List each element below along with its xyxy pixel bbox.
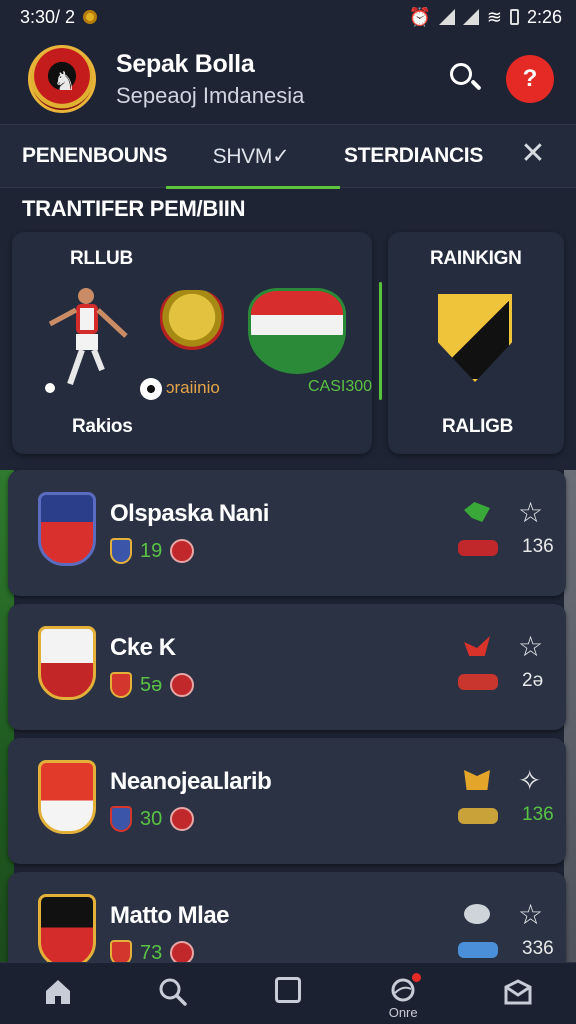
featured-tag-green: CASI300 [308,378,373,395]
nav-globe[interactable]: Onre [373,973,433,1023]
player-number: 5ə [140,673,163,696]
club-red-crest-icon [170,807,195,831]
alert-icon: ? [522,65,538,92]
player-number: 30 [140,807,163,830]
nav-label: Onre [388,1005,418,1020]
club-badge-icon [458,674,498,690]
notification-icon [83,10,98,24]
club-crest-green-icon [248,288,346,374]
nav-mail[interactable] [488,977,548,1023]
signal-icon-2 [462,9,479,25]
trend-icon [464,770,490,790]
featured-bottom-label: Rakios [72,416,133,437]
favorite-star-icon[interactable]: ☆ [518,496,543,529]
ball-icon [140,378,162,400]
app-subtitle: Sepeaoj Imdanesia [116,82,305,108]
search-button[interactable] [446,59,486,99]
status-bar: 3:30/ 2 ⏰ ≋ 2:26 [0,0,576,34]
club-badge-icon [458,942,498,958]
alarm-icon: ⏰ [408,6,431,27]
app-logo[interactable]: ♞ [28,45,96,113]
app-header: ♞ Sepak Bolla Sepeaoj Imdanesia ? [0,34,576,124]
club-red-crest-icon [170,539,195,563]
alert-button[interactable]: ? [506,55,554,103]
club-red-crest-icon [170,673,195,697]
player-score: 336 [522,938,554,959]
player-number: 19 [140,539,163,562]
section-title: TRANTIFER PEM/BIIN [22,196,246,221]
tab-bar: PENENBOUNS SHVM✓ STERDIANCIS ✕ [0,124,576,189]
player-name: Olspaska Nani [110,500,269,527]
nav-home[interactable] [28,977,88,1023]
wifi-icon: ≋ [486,6,502,27]
close-icon[interactable]: ✕ [518,139,548,169]
club-crest-icon [160,290,224,350]
ranking-card[interactable]: RAINKIGN RALIGB [388,232,564,454]
logo-emblem-icon: ♞ [53,66,77,96]
player-name: Cke K [110,634,176,661]
home-icon [45,980,70,1004]
status-time-right: 2:26 [526,6,562,27]
nav-search[interactable] [143,977,203,1023]
club-mini-crest-icon [110,672,132,698]
app-title: Sepak Bolla [116,49,255,78]
featured-tag-orange: ɔraiinio [166,378,220,397]
player-name: Matto Mlae [110,902,230,929]
search-icon [159,978,187,1006]
ranking-top-label: RAINKIGN [430,248,522,269]
favorite-star-icon[interactable]: ☆ [518,898,543,931]
tab-penenbouns[interactable]: PENENBOUNS [22,124,182,188]
notification-dot [412,973,422,982]
player-avatar [38,760,96,834]
bottom-navigation: Onre [0,962,576,1024]
nav-square[interactable] [258,977,318,1023]
club-mini-crest-icon [110,806,132,832]
favorite-star-icon[interactable]: ☆ [518,630,543,663]
player-score: 136 [522,536,554,557]
club-badge-icon [458,808,498,824]
favorite-drop-icon[interactable]: ✧ [518,764,541,797]
ranking-bottom-label: RALIGB [442,416,514,437]
tab-sterdiancis[interactable]: STERDIANCIS [344,124,504,188]
trend-icon [464,636,490,656]
carousel-indicator [379,282,382,400]
player-row[interactable]: Olspaska Nani 19 ☆ 136 [8,470,566,596]
club-badge-icon [458,540,498,556]
player-avatar [38,626,96,700]
trend-icon [464,904,490,924]
trend-icon [464,502,490,522]
featured-top-label: RLLUB [70,248,133,269]
tab-shvm-active[interactable]: SHVM✓ [166,124,340,189]
battery-icon [509,9,519,25]
player-score: 136 [522,804,554,825]
search-icon [450,63,472,85]
mail-icon [504,979,532,1005]
player-avatar [38,894,96,968]
status-time-left: 3:30/ 2 [20,6,76,27]
club-mini-crest-icon [110,538,132,564]
square-icon [274,977,301,1003]
featured-transfer-card[interactable]: RLLUB ɔraiinio CASI300 Rakios [12,232,372,454]
player-name: Neanojeaʟlarib [110,768,272,795]
player-row[interactable]: Neanojeaʟlarib 30 ✧ 136 [8,738,566,864]
player-avatar [38,492,96,566]
ranking-crest-icon [438,294,512,382]
player-score: 2ə [522,670,544,691]
signal-icon [438,9,455,25]
player-illustration [45,288,128,393]
player-row[interactable]: Cke K 5ə ☆ 2ə [8,604,566,730]
